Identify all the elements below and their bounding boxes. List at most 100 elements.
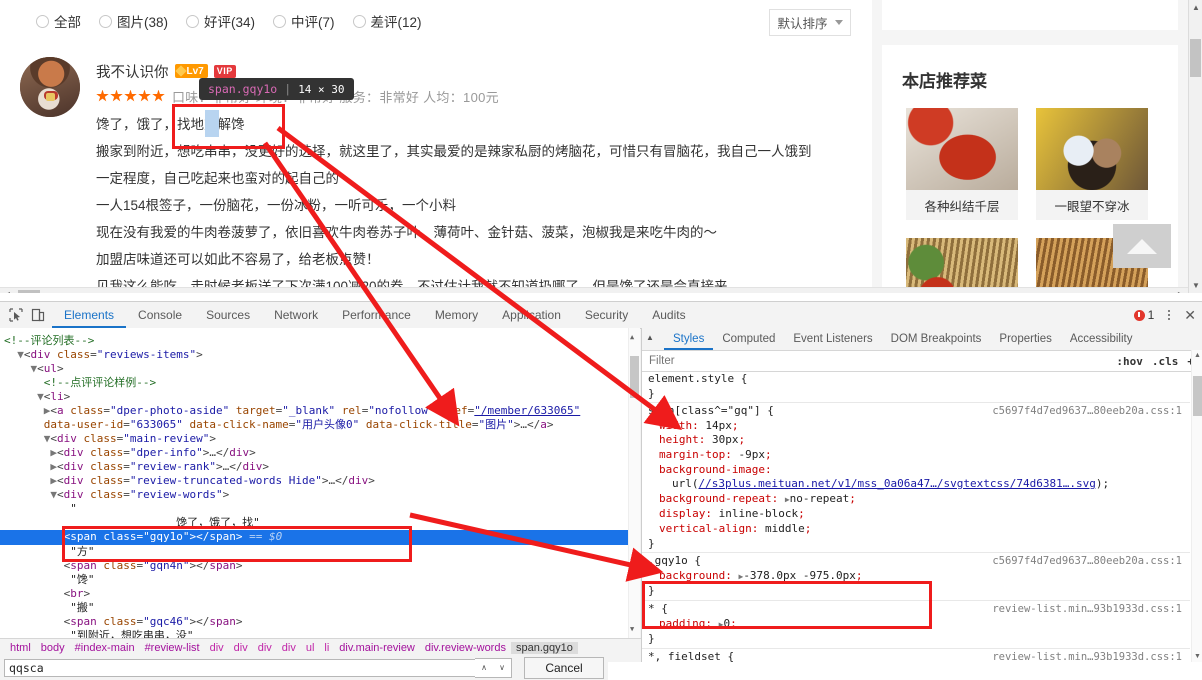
scrollbar-thumb[interactable] — [630, 356, 639, 398]
radio-circle-icon[interactable] — [99, 14, 112, 28]
tab-network[interactable]: Network — [262, 302, 330, 328]
search-prev-icon[interactable]: ∧ — [475, 659, 493, 675]
filter-radio-medium[interactable]: 中评(7) — [273, 11, 335, 31]
dom-line[interactable]: ▶<div class="review-truncated-words Hide… — [0, 474, 640, 488]
style-rule[interactable]: c5697f4d7ed9637…80eeb20a.css:1 span[clas… — [642, 403, 1190, 554]
declaration-value[interactable]: -9px — [738, 448, 765, 461]
hov-toggle-button[interactable]: :hov — [1116, 355, 1143, 368]
declaration-property[interactable]: height — [659, 433, 699, 446]
page-vertical-scrollbar[interactable]: ▲ ▼ — [1188, 0, 1202, 293]
toggle-device-toolbar-icon[interactable] — [30, 307, 46, 323]
page-horizontal-scrollbar[interactable]: ◀ ▶ — [0, 287, 1188, 293]
avatar[interactable] — [20, 57, 80, 117]
more-options-icon[interactable] — [1163, 308, 1175, 322]
declaration-property[interactable]: background — [659, 569, 725, 582]
dom-line[interactable]: "搬" — [0, 601, 640, 615]
tab-sources[interactable]: Sources — [194, 302, 262, 328]
style-rule-source[interactable]: c5697f4d7ed9637…80eeb20a.css:1 — [992, 554, 1182, 569]
search-next-icon[interactable]: ∨ — [493, 659, 511, 675]
tab-computed[interactable]: Computed — [713, 328, 784, 350]
scrollbar-thumb[interactable] — [18, 290, 40, 293]
declaration-property[interactable]: background-image — [659, 463, 765, 476]
scroll-up-arrow-icon[interactable]: ▲ — [630, 330, 634, 344]
tab-accessibility[interactable]: Accessibility — [1061, 328, 1142, 350]
scroll-left-arrow-icon[interactable]: ◀ — [0, 288, 14, 293]
scroll-up-arrow-icon[interactable]: ▲ — [1194, 352, 1201, 359]
declaration-value[interactable]: 14px — [705, 419, 732, 432]
scroll-up-arrow-icon[interactable]: ▲ — [1189, 0, 1202, 15]
breadcrumb-item[interactable]: div — [277, 642, 301, 654]
style-rule-source[interactable]: review-list.min…93b1933d.css:1 — [992, 650, 1182, 662]
style-rule-source[interactable]: review-list.min…93b1933d.css:1 — [992, 602, 1182, 617]
close-icon[interactable]: ✕ — [1184, 308, 1196, 322]
radio-circle-icon[interactable] — [352, 14, 366, 28]
dom-line[interactable]: <br> — [0, 587, 640, 601]
tab-security[interactable]: Security — [573, 302, 640, 328]
filter-radio-bad[interactable]: 差评(12) — [352, 11, 422, 31]
scrollbar-thumb[interactable] — [1190, 39, 1201, 77]
breadcrumb-item[interactable]: div — [253, 642, 277, 654]
declaration-value[interactable]: no-repeat — [790, 492, 850, 505]
dom-line[interactable]: ▶<div class="review-rank">…</div> — [0, 460, 640, 474]
dish-card[interactable]: 各种纠结千层 — [906, 108, 1018, 220]
tab-memory[interactable]: Memory — [423, 302, 490, 328]
radio-circle-icon[interactable] — [273, 14, 287, 28]
dom-line[interactable]: ▶<a class="dper-photo-aside" target="_bl… — [0, 404, 640, 418]
tab-elements[interactable]: Elements — [52, 302, 127, 328]
breadcrumb-item[interactable]: ul — [301, 642, 320, 654]
declaration-property[interactable]: display — [659, 507, 705, 520]
tab-audits[interactable]: Audits — [640, 302, 697, 328]
filter-radio-all[interactable]: 全部 — [36, 11, 81, 31]
tab-performance[interactable]: Performance — [330, 302, 423, 328]
tab-event-listeners[interactable]: Event Listeners — [784, 328, 881, 350]
breadcrumb-item[interactable]: div — [205, 642, 229, 654]
declaration-value[interactable]: -378.0px -975.0px — [743, 569, 856, 582]
filter-radio-photos[interactable]: 图片(38) — [99, 11, 168, 31]
radio-circle-icon[interactable] — [36, 14, 49, 28]
breadcrumb-item[interactable]: body — [36, 642, 70, 654]
radio-circle-icon[interactable] — [186, 14, 200, 28]
breadcrumb-item[interactable]: #review-list — [140, 642, 205, 654]
scrollbar-thumb[interactable] — [1193, 376, 1202, 416]
filter-radio-good[interactable]: 好评(34) — [186, 11, 255, 31]
search-cancel-button[interactable]: Cancel — [524, 657, 604, 679]
dom-line[interactable]: ▼<div class="review-words"> — [0, 488, 640, 502]
inspect-element-icon[interactable] — [8, 307, 24, 323]
tab-dom-breakpoints[interactable]: DOM Breakpoints — [882, 328, 991, 350]
back-to-top-button[interactable] — [1113, 224, 1171, 268]
style-declaration[interactable]: display: inline-block; — [648, 507, 1190, 522]
styles-filter-input[interactable] — [642, 354, 1117, 368]
breadcrumb-item[interactable]: div.main-review — [334, 642, 420, 654]
reviewer-name[interactable]: 我不认识你 — [96, 61, 169, 82]
declaration-value[interactable]: middle — [765, 522, 805, 535]
dom-line[interactable]: <!--点评评论样例--> — [0, 376, 640, 390]
dom-line[interactable]: <span class="gqc46"></span> — [0, 615, 640, 629]
style-rule-selector[interactable]: element.style { — [648, 372, 1190, 387]
dish-card[interactable]: 一眼望不穿冰 — [1036, 108, 1148, 220]
cls-toggle-button[interactable]: .cls — [1152, 355, 1179, 368]
tab-properties[interactable]: Properties — [990, 328, 1060, 350]
breadcrumb-item[interactable]: li — [319, 642, 334, 654]
style-rule-source[interactable]: c5697f4d7ed9637…80eeb20a.css:1 — [992, 404, 1182, 419]
style-declaration[interactable]: height: 30px; — [648, 433, 1190, 448]
breadcrumb-item[interactable]: div.review-words — [420, 642, 511, 654]
declaration-property[interactable]: background-repeat — [659, 492, 772, 505]
declaration-value[interactable]: 30px — [712, 433, 739, 446]
style-declaration[interactable]: margin-top: -9px; — [648, 448, 1190, 463]
dom-search-input[interactable] — [4, 659, 476, 677]
tab-console[interactable]: Console — [126, 302, 194, 328]
scroll-right-arrow-icon[interactable]: ▶ — [1174, 288, 1188, 293]
dish-card[interactable] — [906, 238, 1018, 293]
dom-line[interactable]: <!--评论列表--> — [0, 334, 640, 348]
dom-line[interactable]: ▼<div class="reviews-items"> — [0, 348, 640, 362]
dom-line[interactable]: data-user-id="633065" data-click-name="用… — [0, 418, 640, 432]
declaration-property[interactable]: vertical-align — [659, 522, 752, 535]
scroll-up-arrow-icon[interactable]: ▲ — [646, 333, 654, 342]
style-declaration[interactable]: background-repeat: ▶no-repeat; — [648, 492, 1190, 508]
sort-dropdown-button[interactable]: 默认排序 — [769, 9, 851, 36]
dom-line[interactable]: " — [0, 502, 640, 516]
dom-line[interactable]: ▼<ul> — [0, 362, 640, 376]
dom-line[interactable]: "到附近，想吃串串，没" — [0, 629, 640, 638]
background-image-url[interactable]: //s3plus.meituan.net/v1/mss_0a06a47…/svg… — [699, 477, 1096, 490]
dom-line[interactable]: ▼<li> — [0, 390, 640, 404]
